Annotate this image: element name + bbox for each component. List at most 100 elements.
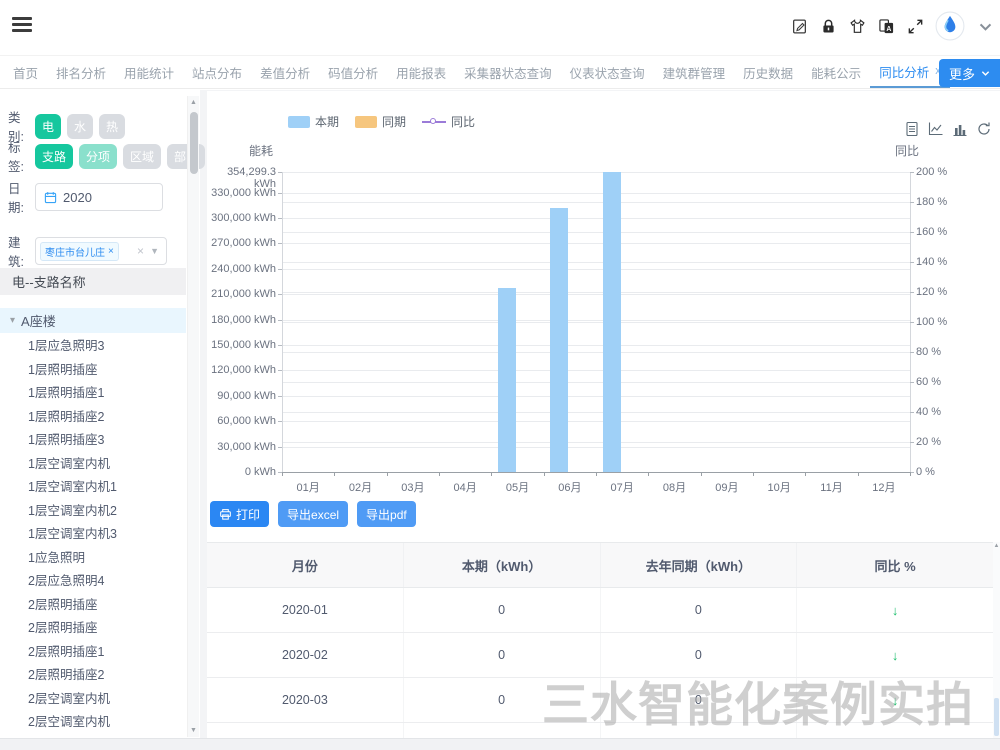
tree-node[interactable]: 2层照明插座2: [0, 662, 186, 686]
tree-node[interactable]: 1层空调室内机2: [0, 498, 186, 522]
chevron-down-icon[interactable]: [976, 17, 994, 35]
cell-trend: ↓: [796, 633, 993, 677]
print-button[interactable]: 打印: [210, 501, 269, 527]
date-input[interactable]: 2020: [35, 183, 163, 211]
remove-tag-icon[interactable]: ×: [108, 246, 114, 257]
tree-node[interactable]: 1层照明插座: [0, 357, 186, 381]
chart-bar[interactable]: [550, 208, 568, 472]
tshirt-theme-icon[interactable]: [848, 17, 866, 35]
printer-icon: [219, 508, 232, 521]
y2-axis-tick-label: 0 %: [916, 466, 935, 478]
gridline: [282, 218, 910, 219]
table-scrollbar[interactable]: ▲: [993, 542, 1000, 738]
fullscreen-icon[interactable]: [906, 17, 924, 35]
hamburger-menu-icon[interactable]: [12, 17, 32, 35]
y-axis-tick: [278, 421, 282, 422]
select-caret-icon: ▼: [150, 246, 159, 256]
gridline: [282, 447, 910, 448]
tab-item[interactable]: 用能统计: [115, 56, 183, 88]
tree-node[interactable]: 1层空调室内机1: [0, 474, 186, 498]
cell-previous: 0: [600, 633, 797, 677]
x-axis-tick: [387, 472, 388, 476]
y-axis-tick-label: 150,000 kWh: [207, 339, 276, 351]
gridline: [282, 322, 910, 323]
tab-item[interactable]: 能耗公示: [802, 56, 870, 88]
y2-axis-tick-label: 40 %: [916, 406, 941, 418]
chart-bar[interactable]: [603, 172, 621, 472]
tab-item[interactable]: 排名分析: [47, 56, 115, 88]
tab-label: 用能统计: [124, 63, 174, 82]
tree-node[interactable]: 1层空调室内机: [0, 451, 186, 475]
tab-label: 同比分析: [879, 62, 929, 81]
filter-option[interactable]: 电: [35, 114, 61, 139]
scroll-up-icon[interactable]: ▲: [188, 99, 199, 106]
tree-node[interactable]: 2层照明插座: [0, 615, 186, 639]
tab-item[interactable]: 采集器状态查询: [455, 56, 561, 88]
chart-area[interactable]: 0 kWh30,000 kWh60,000 kWh90,000 kWh120,0…: [207, 91, 1000, 496]
y2-axis-tick: [910, 262, 914, 263]
tree-node[interactable]: 1层照明插座2: [0, 404, 186, 428]
tree-node[interactable]: 2层照明插座: [0, 592, 186, 616]
category-options: 电水热: [35, 114, 131, 139]
x-axis-tick-label: 07月: [598, 479, 646, 495]
scroll-down-icon[interactable]: ▼: [188, 727, 199, 734]
horizontal-scrollbar-track[interactable]: [0, 738, 1000, 750]
gridline: [282, 370, 910, 371]
tree-node[interactable]: 1层照明插座1: [0, 380, 186, 404]
app-logo[interactable]: [935, 11, 965, 41]
y-axis-tick-label: 354,299.3 kWh: [207, 166, 276, 190]
tree-node[interactable]: 1层空调室内机3: [0, 521, 186, 545]
more-button[interactable]: 更多: [939, 59, 1000, 87]
cell-trend: ↓: [796, 588, 993, 632]
tab-item[interactable]: 仪表状态查询: [561, 56, 654, 88]
tree-node-root[interactable]: ▾A座楼: [0, 308, 186, 333]
cell-previous: 0: [600, 588, 797, 632]
cell-previous: 0: [600, 723, 797, 738]
scrollbar-thumb[interactable]: [994, 698, 999, 736]
scrollbar-thumb[interactable]: [190, 112, 198, 174]
tree-node[interactable]: 1应急照明: [0, 545, 186, 569]
y-axis-tick: [278, 345, 282, 346]
filter-option[interactable]: 支路: [35, 144, 73, 169]
more-button-label: 更多: [949, 64, 975, 83]
clear-select-icon[interactable]: ×: [137, 244, 144, 258]
tab-item[interactable]: 差值分析: [251, 56, 319, 88]
export-pdf-button[interactable]: 导出pdf: [357, 501, 416, 527]
y-axis-tick-label: 60,000 kWh: [207, 415, 276, 427]
tree-node[interactable]: 2层空调室内机1: [0, 733, 186, 738]
cell-trend: ↓: [796, 723, 993, 738]
tab-item[interactable]: 首页: [4, 56, 47, 88]
id-card-icon[interactable]: A: [877, 17, 895, 35]
tree-node[interactable]: 2层空调室内机: [0, 709, 186, 733]
filter-option[interactable]: 热: [99, 114, 125, 139]
filter-option[interactable]: 分项: [79, 144, 117, 169]
building-select[interactable]: 枣庄市台儿庄 × × ▼: [35, 237, 167, 265]
filter-option[interactable]: 水: [67, 114, 93, 139]
date-value: 2020: [63, 190, 92, 205]
scroll-up-icon[interactable]: ▲: [993, 543, 1000, 549]
filter-option[interactable]: 区域: [123, 144, 161, 169]
tab-item[interactable]: 码值分析: [319, 56, 387, 88]
lock-icon[interactable]: [819, 17, 837, 35]
tab-item[interactable]: 用能报表: [387, 56, 455, 88]
tree-node[interactable]: 2层空调室内机: [0, 686, 186, 710]
tab-label: 码值分析: [328, 63, 378, 82]
tree-node[interactable]: 1层应急照明3: [0, 333, 186, 357]
y-axis-tick: [278, 218, 282, 219]
tab-item[interactable]: 建筑群管理: [654, 56, 735, 88]
notepad-icon[interactable]: [790, 17, 808, 35]
caret-down-icon[interactable]: ▾: [10, 315, 15, 326]
y-axis-tick: [278, 370, 282, 371]
sidebar: 类别: 电水热 标签: 支路分项区域部门设备 日期: 2020 建筑: 枣庄市台…: [0, 90, 200, 750]
topbar-actions: A: [790, 11, 994, 41]
sidebar-scrollbar[interactable]: ▲ ▼: [187, 96, 199, 737]
tree-node[interactable]: 2层照明插座1: [0, 639, 186, 663]
tree-node[interactable]: 2层应急照明4: [0, 568, 186, 592]
tab-item[interactable]: 同比分析x: [870, 56, 950, 88]
tab-item[interactable]: 历史数据: [734, 56, 802, 88]
tree-node[interactable]: 1层照明插座3: [0, 427, 186, 451]
export-excel-button[interactable]: 导出excel: [278, 501, 348, 527]
tab-item[interactable]: 站点分布: [183, 56, 251, 88]
y2-axis-tick-label: 160 %: [916, 226, 947, 238]
chart-bar[interactable]: [498, 288, 516, 472]
